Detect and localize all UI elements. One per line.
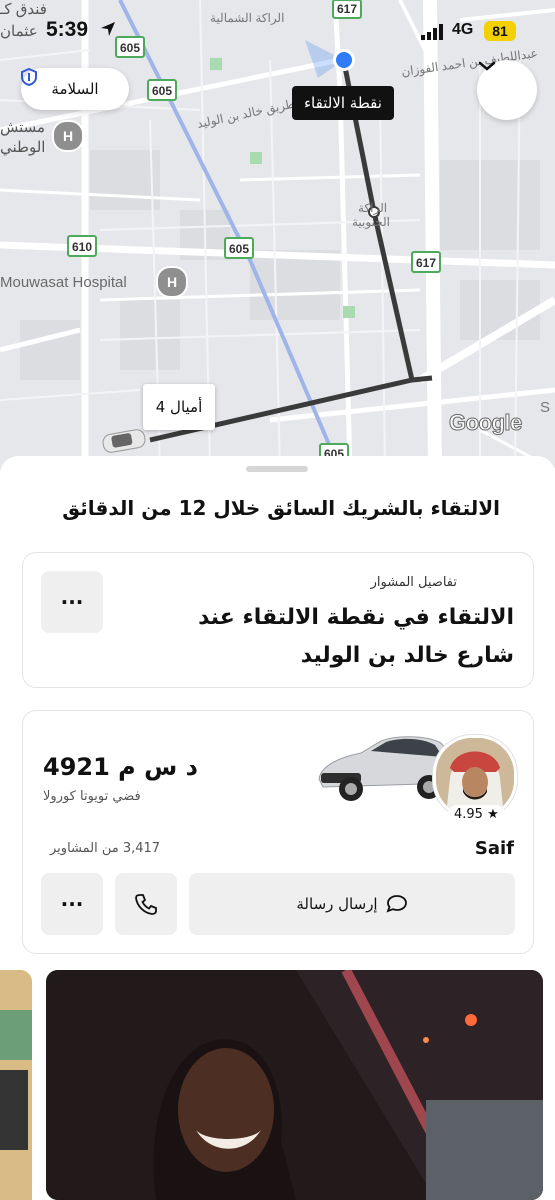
car-model: فضي تويوتا كورولا (43, 789, 141, 804)
safety-label: السلامة (51, 80, 99, 98)
network-label: 4G (452, 21, 474, 38)
promo-card-prev[interactable] (0, 970, 32, 1200)
svg-text:617: 617 (416, 256, 436, 270)
license-plate: د س م 4921 (43, 753, 198, 781)
trip-details-label: تفاصيل المشوار (370, 575, 457, 590)
trip-more-button[interactable]: ··· (41, 571, 103, 633)
street-label: الجنوبية (352, 215, 390, 229)
more-icon: ··· (60, 590, 84, 614)
svg-text:605: 605 (152, 84, 172, 98)
promo-card[interactable] (46, 970, 543, 1200)
distance-label: 4 أميال (143, 384, 215, 430)
svg-text:الوطني: الوطني (0, 139, 45, 156)
sheet-handle[interactable] (246, 466, 308, 472)
collapse-button[interactable] (477, 60, 537, 120)
call-button[interactable] (115, 873, 177, 935)
trip-details-card: ··· تفاصيل المشوار الالتقاء في نقطة الال… (22, 552, 534, 688)
hospital-marker-icon[interactable]: H (52, 120, 84, 152)
driver-rating: 4.95 ★ (448, 805, 505, 824)
hospital-marker-icon[interactable]: H (156, 266, 188, 298)
safety-button[interactable]: السلامة (21, 68, 129, 110)
street-label: الراكة (358, 201, 387, 215)
svg-text:605: 605 (229, 242, 249, 256)
shield-icon (21, 68, 37, 86)
location-arrow-icon (101, 22, 115, 36)
chat-bubble-icon (386, 895, 407, 913)
hospital-label: Mouwasat Hospital (0, 274, 127, 291)
battery-indicator: 81 (484, 21, 516, 41)
more-icon: ··· (60, 892, 84, 916)
svg-text:مستش: مستش (0, 119, 45, 136)
driver-card: 4.95 ★ د س م 4921 فضي تويوتا كورولا Saif… (22, 710, 534, 954)
driver-trips-count: 3,417 من المشاوير (50, 841, 161, 856)
trip-details-text: الالتقاء في نقطة الالتقاء عند شارع خالد … (198, 605, 514, 668)
phone-icon (135, 894, 157, 915)
promo-image (46, 970, 543, 1200)
driver-name: Saif (474, 838, 514, 859)
send-message-button[interactable]: إرسال رسالة (189, 873, 515, 935)
svg-text:610: 610 (72, 240, 92, 254)
driver-more-button[interactable]: ··· (41, 873, 103, 935)
star-icon: ★ (487, 807, 499, 822)
google-logo: Google (449, 410, 523, 436)
pickup-eta-heading: الالتقاء بالشريك السائق خلال 12 من الدقا… (62, 496, 500, 520)
pickup-point-label: نقطة الالتقاء (292, 86, 394, 120)
send-message-label: إرسال رسالة (296, 895, 378, 913)
signal-icon (421, 24, 443, 40)
status-bar: 5:39 4G 81 (0, 0, 555, 60)
status-time: 5:39 (46, 18, 89, 41)
map[interactable]: الراكة الشمالية طريق خالد بن الوليد عبدا… (0, 0, 555, 470)
chevron-down-icon (478, 61, 496, 71)
svg-text:S: S (540, 399, 550, 416)
